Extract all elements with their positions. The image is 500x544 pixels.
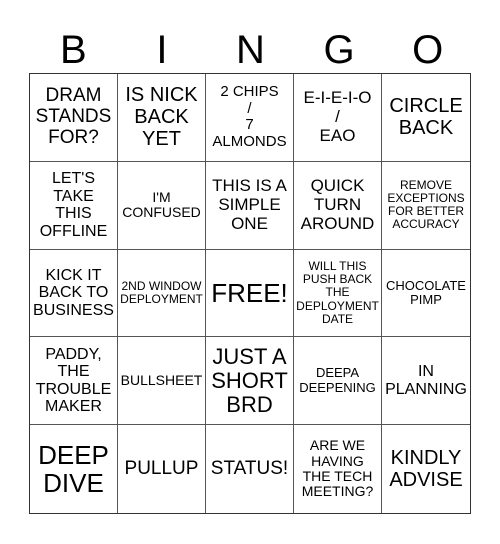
- bingo-cell[interactable]: KINDLY ADVISE: [382, 425, 470, 513]
- header-letter-n: N: [236, 28, 265, 72]
- bingo-cell[interactable]: LET'S TAKE THIS OFFLINE: [30, 161, 118, 250]
- bingo-cell[interactable]: JUST A SHORT BRD: [206, 337, 294, 426]
- bingo-card: DRAM STANDS FOR? IS NICK BACK YET 2 CHIP…: [29, 73, 471, 514]
- bingo-cell[interactable]: DEEPA DEEPENING: [294, 337, 382, 426]
- bingo-cell[interactable]: 2ND WINDOW DEPLOYMENT: [118, 249, 206, 338]
- bingo-cell[interactable]: ARE WE HAVING THE TECH MEETING?: [294, 425, 382, 513]
- header-letter-i: I: [156, 28, 168, 72]
- bingo-cell[interactable]: QUICK TURN AROUND: [294, 161, 382, 250]
- bingo-cell[interactable]: REMOVE EXCEPTIONS FOR BETTER ACCURACY: [382, 162, 470, 250]
- bingo-cell[interactable]: STATUS!: [206, 425, 294, 513]
- free-space[interactable]: FREE!: [206, 249, 294, 338]
- bingo-cell[interactable]: I'M CONFUSED: [118, 161, 206, 250]
- bingo-cell[interactable]: DEEP DIVE: [30, 425, 118, 513]
- bingo-cell[interactable]: THIS IS A SIMPLE ONE: [206, 161, 294, 250]
- header-letter-b: B: [59, 28, 87, 72]
- bingo-cell[interactable]: IN PLANNING: [382, 337, 470, 426]
- bingo-header: B I N G O: [29, 28, 472, 72]
- header-letter-o: O: [412, 28, 444, 72]
- bingo-cell[interactable]: BULLSHEET: [118, 337, 206, 426]
- bingo-cell[interactable]: E-I-E-I-O / EAO: [294, 74, 382, 162]
- bingo-cell[interactable]: 2 CHIPS / 7 ALMONDS: [206, 74, 294, 162]
- bingo-cell[interactable]: KICK IT BACK TO BUSINESS: [30, 249, 118, 338]
- bingo-cell[interactable]: IS NICK BACK YET: [118, 74, 206, 162]
- bingo-cell[interactable]: PULLUP: [118, 425, 206, 513]
- bingo-cell[interactable]: CIRCLE BACK: [382, 74, 470, 162]
- bingo-cell[interactable]: PADDY, THE TROUBLE MAKER: [30, 337, 118, 426]
- bingo-cell[interactable]: CHOCOLATE PIMP: [382, 250, 470, 338]
- header-letter-g: G: [323, 28, 355, 72]
- bingo-cell[interactable]: WILL THIS PUSH BACK THE DEPLOYMENT DATE: [294, 249, 382, 338]
- bingo-cell[interactable]: DRAM STANDS FOR?: [30, 74, 118, 162]
